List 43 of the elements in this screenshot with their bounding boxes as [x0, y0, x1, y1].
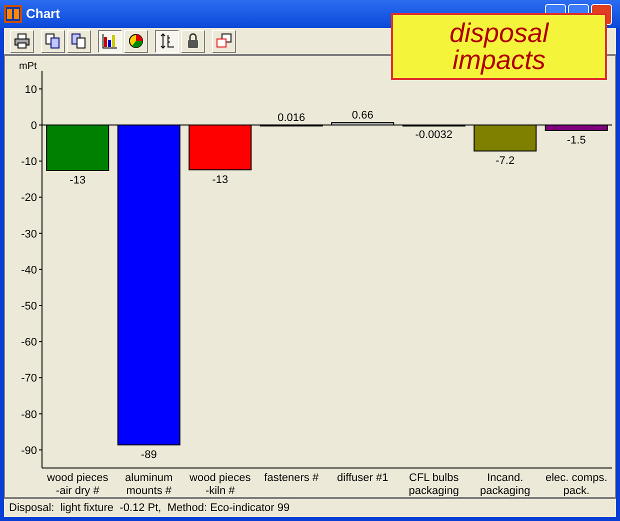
status-bar: Disposal: light fixture -0.12 Pt, Method: Eco-indicator 99 — [4, 498, 616, 517]
windows-icon — [216, 33, 232, 49]
value-label: -1.5 — [566, 134, 586, 146]
tick-label: 0 — [30, 120, 37, 132]
value-label: -0.0032 — [415, 129, 453, 141]
copy-icon — [45, 33, 61, 49]
tick-label: -60 — [21, 336, 37, 349]
tick-label: -50 — [21, 300, 37, 312]
category-label: diffuser #1 — [337, 472, 388, 484]
category-label: aluminum mounts # — [125, 472, 173, 496]
tick-label: -10 — [21, 156, 37, 168]
value-label: -13 — [212, 174, 228, 186]
category-label: CFL bulbs packaging — [408, 472, 459, 496]
value-label: -89 — [140, 448, 157, 461]
value-label: 0.016 — [278, 112, 306, 124]
category-label: Incand. packaging — [480, 472, 530, 496]
toolbar-button[interactable] — [155, 30, 179, 52]
category-label: fasteners # — [264, 472, 319, 484]
app-icon — [4, 5, 22, 23]
tick-label: -90 — [21, 444, 37, 457]
tick-label: -80 — [21, 408, 37, 421]
category-label: wood pieces -kiln # — [190, 472, 251, 496]
copy-icon — [71, 33, 87, 49]
tick-label: 10 — [24, 84, 37, 96]
value-label: -13 — [70, 174, 86, 186]
value-label: -7.2 — [496, 155, 515, 167]
category-label: elec. comps. pack. — [546, 472, 608, 496]
tick-label: -40 — [21, 264, 37, 276]
tick-label: -30 — [21, 228, 37, 240]
printer-icon — [14, 33, 30, 49]
bar-chart-icon — [102, 33, 118, 49]
tick-label: -70 — [21, 372, 37, 385]
pie-chart-icon — [128, 33, 144, 49]
overlay-text: disposal — [449, 20, 549, 46]
value-label: 0.66 — [352, 110, 374, 122]
tick-label: -20 — [21, 192, 37, 204]
toolbar-button[interactable] — [98, 30, 122, 52]
axis-scale-icon — [159, 33, 175, 49]
axis-label: mPt — [19, 61, 37, 72]
window-title: Chart — [26, 5, 60, 24]
lock-icon — [185, 33, 201, 49]
category-label: wood pieces -air dry # — [47, 472, 108, 496]
overlay-text: impacts — [452, 46, 546, 74]
